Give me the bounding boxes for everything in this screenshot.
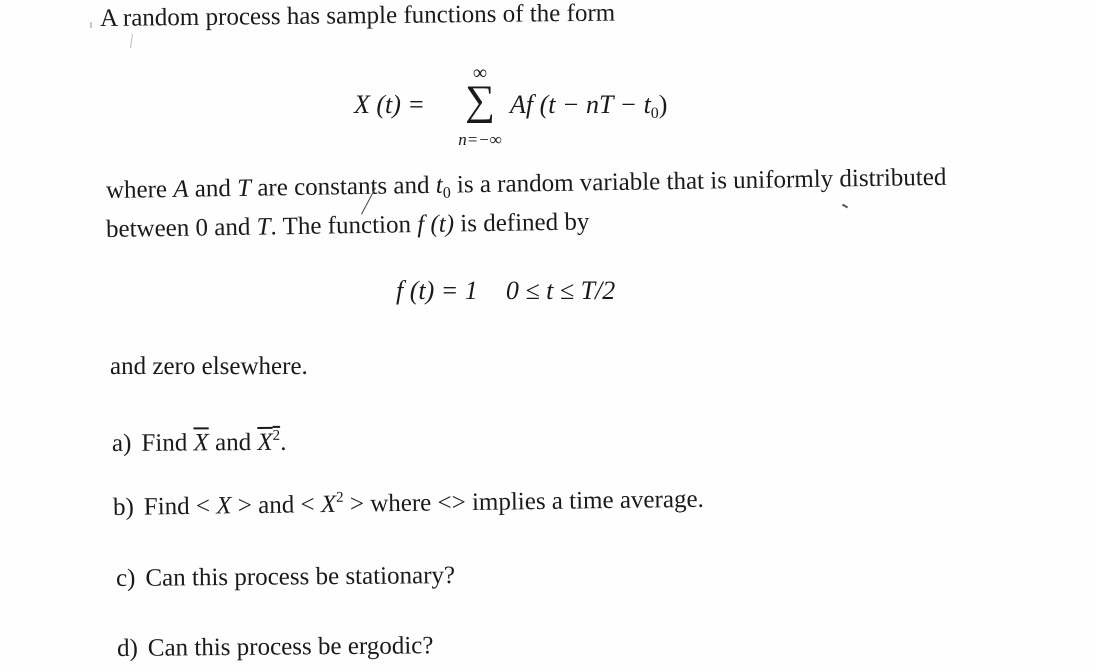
text-span: > where <> implies a time average. bbox=[343, 485, 704, 518]
variable-X: X bbox=[320, 490, 337, 519]
variable-X: X bbox=[257, 428, 273, 456]
text-span: . bbox=[280, 428, 287, 456]
scan-artifact-mark bbox=[90, 22, 92, 28]
scanned-page: A random process has sample functions of… bbox=[0, 0, 1096, 672]
equation-1-rhs-close: ) bbox=[658, 90, 668, 119]
intro-text: A random process has sample functions of… bbox=[99, 0, 616, 32]
text-span: and bbox=[208, 428, 258, 457]
equation-2-lhs: f (t) = 1 bbox=[396, 276, 478, 305]
paragraph-2-line-1: where A and T are constants and t0 is a … bbox=[105, 163, 947, 207]
question-label: c) bbox=[115, 564, 136, 592]
equation-1-rhs-main: Af (t − nT − t bbox=[510, 90, 651, 119]
summation-lower-limit: n=−∞ bbox=[458, 130, 502, 149]
question-label: a) bbox=[111, 429, 132, 457]
equation-2: f (t) = 1 0 ≤ t ≤ T/2 bbox=[396, 278, 615, 304]
paragraph-3: and zero elsewhere. bbox=[110, 353, 308, 380]
text-span: between 0 and bbox=[105, 213, 257, 243]
question-a: a) Find X and X2. bbox=[111, 428, 287, 457]
variable-T: T bbox=[236, 174, 252, 202]
text-span: where bbox=[105, 175, 174, 204]
equation-1-lhs: X (t) = bbox=[354, 90, 425, 119]
question-label: d) bbox=[116, 634, 138, 662]
equation-1-rhs: Af (t − nT − t0) bbox=[510, 92, 667, 122]
question-b: b) Find < X > and < X2 > where <> implies… bbox=[112, 485, 704, 521]
text-span: Find bbox=[141, 429, 194, 457]
ensemble-mean-X: X bbox=[193, 429, 209, 457]
text-span: is a random variable that is uniformly d… bbox=[450, 163, 947, 199]
summation-sigma-icon: ∑ bbox=[465, 78, 495, 124]
text-span: . The function bbox=[270, 211, 418, 241]
function-f-of-t: f (t) bbox=[417, 210, 455, 239]
question-c: c) Can this process be stationary? bbox=[115, 562, 456, 592]
variable-A: A bbox=[173, 175, 189, 203]
text-span: Find < bbox=[143, 492, 217, 521]
question-label: b) bbox=[112, 493, 135, 521]
text-span: and bbox=[188, 174, 238, 203]
paragraph-2-line-2: between 0 and T. The function f (t) is d… bbox=[105, 208, 590, 243]
text-span: are constants and bbox=[250, 171, 436, 202]
equation-2-condition: 0 ≤ t ≤ T/2 bbox=[505, 276, 616, 305]
question-text: Can this process be ergodic? bbox=[147, 632, 434, 662]
variable-t0-subscript: 0 bbox=[442, 184, 451, 202]
variable-X: X bbox=[216, 492, 232, 520]
variable-T: T bbox=[256, 213, 271, 241]
question-d: d) Can this process be ergodic? bbox=[116, 632, 434, 662]
question-text: Can this process be stationary? bbox=[145, 562, 456, 592]
text-span: is defined by bbox=[453, 208, 590, 238]
equation-1-rhs-subscript: 0 bbox=[650, 105, 659, 122]
scan-artifact-dash bbox=[841, 203, 849, 209]
scan-artifact-tick bbox=[130, 33, 133, 49]
summation: ∞ ∑ n=−∞ bbox=[450, 62, 510, 152]
ensemble-mean-X-squared: X2 bbox=[257, 428, 280, 456]
text-span: > and < bbox=[231, 491, 322, 520]
